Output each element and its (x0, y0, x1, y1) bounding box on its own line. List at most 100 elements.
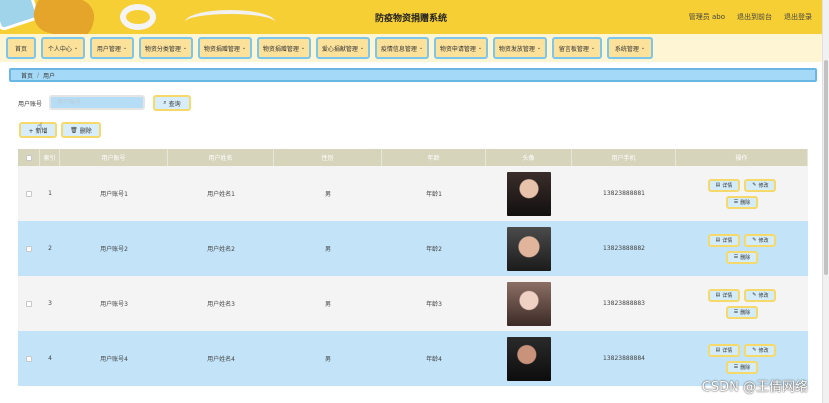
breadcrumb-current: 用户 (43, 72, 56, 80)
cell-age: 年龄1 (426, 191, 442, 198)
breadcrumb-home[interactable]: 首页 (21, 71, 33, 80)
cell-gender: 男 (324, 246, 331, 253)
cell-phone: 13823888883 (603, 300, 645, 307)
cell-index: 4 (48, 355, 52, 362)
detail-button[interactable]: ▤ 详情 (707, 178, 741, 192)
row-delete-label: 删除 (740, 254, 751, 261)
row-checkbox[interactable] (26, 245, 32, 252)
detail-label: 详情 (722, 237, 733, 244)
nav-item-label: 用户管理 (96, 45, 121, 53)
cell-actions: ▤ 详情 ✎ 修改 ☰ 删除 (676, 166, 808, 221)
detail-icon: ▤ (715, 237, 721, 243)
ops-row: ▤ 详情 ✎ 修改 (707, 233, 777, 247)
cell-index: 3 (48, 300, 52, 307)
cell-name: 用户姓名3 (207, 301, 235, 308)
row-select-cell (18, 331, 40, 386)
chevron-down-icon: ⌄ (477, 45, 483, 51)
nav-item-label: 物资捐赠管理 (262, 45, 299, 53)
ops-row: ▤ 详情 ✎ 修改 (707, 343, 777, 357)
cell-index: 1 (48, 190, 52, 197)
detail-label: 详情 (722, 292, 733, 299)
edit-button[interactable]: ✎ 修改 (744, 343, 777, 357)
nav-item-charity-management[interactable]: 爱心捐献管理 ⌄ (316, 37, 370, 59)
detail-button[interactable]: ▤ 详情 (707, 343, 741, 357)
nav-item-epidemic-info-management[interactable]: 疫情信息管理 ⌄ (375, 37, 429, 59)
nav-item-application-management[interactable]: 物资申请管理 ⌄ (434, 37, 488, 59)
nav-item-category-management[interactable]: 物资分类管理 ⌄ (139, 37, 193, 59)
row-checkbox[interactable] (26, 355, 32, 362)
nav-item-distribution-management[interactable]: 物资发放管理 ⌄ (493, 37, 547, 59)
batch-delete-label: 删除 (79, 127, 92, 135)
detail-icon: ▤ (715, 347, 721, 353)
table-header: 索引 用户账号 用户姓名 性别 年龄 头像 用户手机 操作 (18, 149, 808, 166)
scrollbar-thumb[interactable] (824, 60, 828, 275)
back-to-frontend-link[interactable]: 退出到前台 (737, 12, 772, 22)
column-header-gender: 性别 (274, 149, 382, 166)
column-header-phone: 用户手机 (572, 149, 676, 166)
chevron-down-icon: ⌄ (359, 45, 365, 51)
app-root: 防疫物资捐赠系统 管理员 abo 退出到前台 退出登录 首页 个人中心 ⌄ 用户管… (0, 0, 822, 403)
row-delete-button[interactable]: ☰ 删除 (725, 360, 759, 374)
nav-item-donation-management-2[interactable]: 物资捐赠管理 ⌄ (257, 37, 311, 59)
vertical-scrollbar[interactable] (822, 0, 829, 403)
edit-label: 修改 (758, 347, 769, 354)
detail-label: 详情 (722, 347, 733, 354)
row-delete-button[interactable]: ☰ 删除 (725, 250, 759, 264)
nav-item-label: 物资发放管理 (498, 45, 535, 53)
cell-actions: ▤ 详情 ✎ 修改 ☰ 删除 (676, 221, 808, 276)
search-input[interactable] (49, 95, 145, 110)
cell-phone: 13823888881 (603, 190, 645, 197)
cell-account: 用户账号1 (100, 191, 128, 198)
edit-label: 修改 (758, 237, 769, 244)
nav-item-user-management[interactable]: 用户管理 ⌄ (90, 37, 134, 59)
nav-item-system-management[interactable]: 系统管理 ⌄ (607, 37, 653, 59)
select-all-cell (18, 149, 40, 166)
detail-button[interactable]: ▤ 详情 (707, 288, 741, 302)
column-header-account: 用户账号 (60, 149, 168, 166)
edit-button[interactable]: ✎ 修改 (744, 288, 777, 302)
cell-index: 2 (48, 245, 52, 252)
detail-button[interactable]: ▤ 详情 (707, 233, 741, 247)
edit-button[interactable]: ✎ 修改 (744, 233, 777, 247)
cell-age: 年龄4 (426, 356, 442, 363)
edit-button[interactable]: ✎ 修改 (744, 178, 777, 192)
nav-item-message-board-management[interactable]: 留言板管理 ⌄ (552, 37, 602, 59)
trash-icon: ☰ (733, 199, 739, 205)
row-delete-button[interactable]: ☰ 删除 (725, 195, 759, 209)
detail-icon: ▤ (715, 292, 721, 298)
edit-label: 修改 (758, 182, 769, 189)
breadcrumb-separator: / (37, 71, 40, 79)
detail-icon: ▤ (715, 182, 721, 188)
row-checkbox[interactable] (26, 190, 32, 197)
batch-delete-button[interactable]: 🗑 删除 (61, 122, 101, 138)
search-button[interactable]: ⌕ 查询 (153, 95, 191, 111)
search-icon: ⌕ (163, 99, 167, 106)
pencil-icon: ✎ (752, 237, 757, 243)
cell-age: 年龄3 (426, 301, 442, 308)
row-checkbox[interactable] (26, 300, 32, 307)
column-header-avatar: 头像 (486, 149, 572, 166)
cell-avatar (486, 276, 572, 331)
search-button-label: 查询 (168, 100, 181, 108)
nav-item-label: 物资捐赠管理 (203, 45, 240, 53)
row-delete-button[interactable]: ☰ 删除 (725, 305, 759, 319)
cell-actions: ▤ 详情 ✎ 修改 ☰ 删除 (676, 276, 808, 331)
table-row: 4 用户账号4 用户姓名4 男 年龄4 13823888884 ▤ 详情 ✎ 修改 … (18, 331, 808, 386)
nav-item-profile[interactable]: 个人中心 ⌄ (41, 37, 85, 59)
avatar (507, 281, 551, 326)
nav-item-donation-management-1[interactable]: 物资捐赠管理 ⌄ (198, 37, 252, 59)
cell-gender: 男 (324, 301, 331, 308)
nav-item-home[interactable]: 首页 (6, 37, 36, 59)
header: 防疫物资捐赠系统 管理员 abo 退出到前台 退出登录 (0, 0, 822, 34)
select-all-checkbox[interactable] (25, 154, 32, 161)
nav-item-label: 首页 (14, 45, 27, 53)
chevron-down-icon: ⌄ (241, 45, 247, 51)
row-select-cell (18, 166, 40, 221)
logout-link[interactable]: 退出登录 (784, 12, 812, 22)
nav-item-label: 爱心捐献管理 (321, 45, 358, 53)
table-row: 2 用户账号2 用户姓名2 男 年龄2 13823888882 ▤ 详情 ✎ 修改 … (18, 221, 808, 276)
pencil-icon: ✎ (752, 292, 757, 298)
cell-account: 用户账号3 (100, 301, 128, 308)
nav-item-label: 系统管理 (614, 45, 639, 53)
cell-name: 用户姓名1 (207, 191, 235, 198)
